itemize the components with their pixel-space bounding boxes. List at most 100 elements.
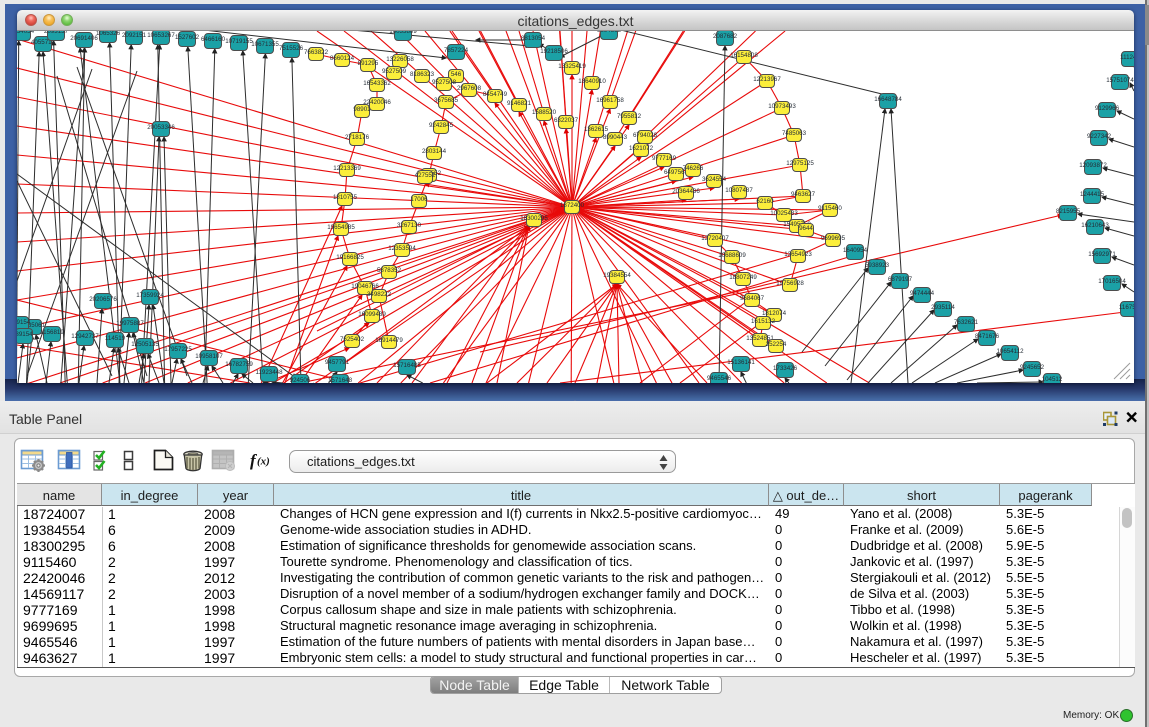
svg-text:13654923: 13654923	[784, 251, 812, 258]
svg-text:10653267: 10653267	[147, 32, 175, 39]
svg-text:20691406: 20691406	[70, 35, 98, 42]
svg-text:9465546: 9465546	[707, 375, 732, 382]
svg-text:6322037: 6322037	[554, 117, 579, 124]
svg-text:18300295: 18300295	[520, 215, 548, 222]
svg-text:18640910: 18640910	[578, 78, 606, 85]
svg-text:19046766: 19046766	[351, 283, 379, 290]
svg-text:1156819: 1156819	[40, 329, 64, 336]
svg-text:6794028: 6794028	[633, 132, 658, 139]
svg-text:3498222: 3498222	[367, 291, 392, 298]
svg-text:16782759: 16782759	[225, 361, 253, 368]
svg-text:746266: 746266	[683, 165, 704, 172]
svg-text:3624554: 3624554	[702, 176, 727, 183]
svg-text:12213967: 12213967	[753, 76, 781, 83]
svg-text:9115460: 9115460	[818, 205, 842, 212]
svg-text:11923448: 11923448	[255, 369, 283, 376]
svg-text:8990443: 8990443	[603, 134, 628, 141]
svg-text:7955812: 7955812	[617, 113, 642, 120]
svg-text:17359924: 17359924	[136, 292, 164, 299]
svg-text:98901: 98901	[353, 106, 371, 113]
svg-text:(x): (x)	[257, 456, 270, 468]
svg-text:2935114: 2935114	[931, 304, 955, 311]
svg-text:1812074: 1812074	[762, 310, 787, 317]
svg-text:546: 546	[451, 71, 462, 78]
svg-text:2803144: 2803144	[422, 148, 447, 155]
svg-text:10025433: 10025433	[770, 210, 798, 217]
svg-text:9777169: 9777169	[652, 155, 677, 162]
svg-text:20053346: 20053346	[147, 124, 175, 131]
svg-text:19756928: 19756928	[776, 280, 804, 287]
svg-text:15716485: 15716485	[393, 362, 421, 369]
svg-text:16099489: 16099489	[358, 311, 386, 318]
svg-text:12975125: 12975125	[786, 160, 814, 167]
svg-text:6466160: 6466160	[201, 36, 226, 43]
svg-text:12505135: 12505135	[131, 341, 159, 348]
svg-text:8186323: 8186323	[410, 71, 435, 78]
svg-text:1588520: 1588520	[532, 109, 557, 116]
svg-text:1244415: 1244415	[1080, 191, 1105, 198]
svg-text:2718176: 2718176	[345, 134, 370, 141]
svg-text:19975887: 19975887	[116, 320, 144, 327]
svg-text:427552: 427552	[415, 172, 436, 179]
svg-text:7485063: 7485063	[782, 130, 807, 137]
svg-text:19654985: 19654985	[327, 224, 355, 231]
svg-text:114519: 114519	[105, 335, 126, 342]
svg-text:10654112: 10654112	[996, 348, 1024, 355]
svg-text:9245652: 9245652	[1020, 364, 1045, 371]
svg-text:12942737: 12942737	[71, 333, 99, 340]
svg-text:1571648: 1571648	[328, 377, 353, 383]
svg-text:6879197: 6879197	[888, 276, 913, 283]
svg-text:1615132: 1615132	[751, 318, 776, 325]
svg-text:17006: 17006	[410, 196, 428, 203]
svg-text:39154: 39154	[17, 331, 33, 338]
svg-text:1810755: 1810755	[333, 194, 358, 201]
svg-text:252254: 252254	[766, 341, 787, 348]
svg-text:9463627: 9463627	[791, 191, 816, 198]
svg-text:12213369: 12213369	[333, 165, 361, 172]
svg-text:16961758: 16961758	[596, 97, 624, 104]
svg-text:3267130: 3267130	[397, 222, 422, 229]
svg-text:9227342: 9227342	[1087, 133, 1112, 140]
svg-text:8660124: 8660124	[330, 55, 355, 62]
svg-text:1065326: 1065326	[96, 31, 121, 37]
svg-text:9644: 9644	[799, 225, 813, 232]
svg-text:12353594: 12353594	[388, 245, 416, 252]
svg-text:1527602: 1527602	[175, 34, 200, 41]
svg-text:9474444: 9474444	[910, 290, 935, 297]
svg-text:9129966: 9129966	[1095, 105, 1120, 112]
svg-text:9146821: 9146821	[507, 100, 532, 107]
svg-text:19166825: 19166825	[336, 254, 364, 261]
svg-text:5938923: 5938923	[865, 262, 890, 269]
svg-text:2967608: 2967608	[457, 85, 482, 92]
svg-text:7857224: 7857224	[444, 47, 469, 54]
svg-text:19218506: 19218506	[540, 48, 568, 55]
svg-text:339154: 339154	[17, 319, 31, 326]
svg-text:18807249: 18807249	[729, 274, 757, 281]
svg-text:16543362: 16543362	[363, 80, 391, 87]
svg-text:2092151: 2092151	[122, 32, 147, 39]
svg-text:5878352: 5878352	[377, 267, 402, 274]
svg-text:3675685: 3675685	[434, 97, 459, 104]
svg-text:8813054: 8813054	[521, 35, 546, 42]
svg-text:13226058: 13226058	[386, 56, 414, 63]
svg-text:20206576: 20206576	[89, 296, 117, 303]
svg-text:1621072: 1621072	[629, 145, 654, 152]
svg-text:111243: 111243	[1120, 54, 1134, 61]
svg-text:7663822: 7663822	[304, 49, 329, 56]
svg-text:7625402: 7625402	[340, 336, 365, 343]
svg-text:9527508: 9527508	[432, 79, 457, 86]
svg-text:16033809: 16033809	[389, 31, 417, 35]
svg-text:19384554: 19384554	[603, 272, 631, 279]
svg-text:1733426: 1733426	[773, 365, 798, 372]
svg-text:8471676: 8471676	[975, 333, 1000, 340]
svg-text:10719155: 10719155	[225, 38, 253, 45]
svg-text:9699695: 9699695	[821, 235, 846, 242]
svg-text:8215955: 8215955	[1056, 208, 1081, 215]
svg-text:116753: 116753	[1119, 304, 1134, 311]
svg-text:891295: 891295	[358, 60, 379, 67]
svg-text:7515526: 7515526	[279, 45, 304, 52]
svg-text:16914479: 16914479	[375, 337, 403, 344]
svg-text:17957225: 17957225	[164, 346, 192, 353]
svg-text:10807487: 10807487	[725, 187, 753, 194]
svg-text:9242845: 9242845	[429, 122, 454, 129]
